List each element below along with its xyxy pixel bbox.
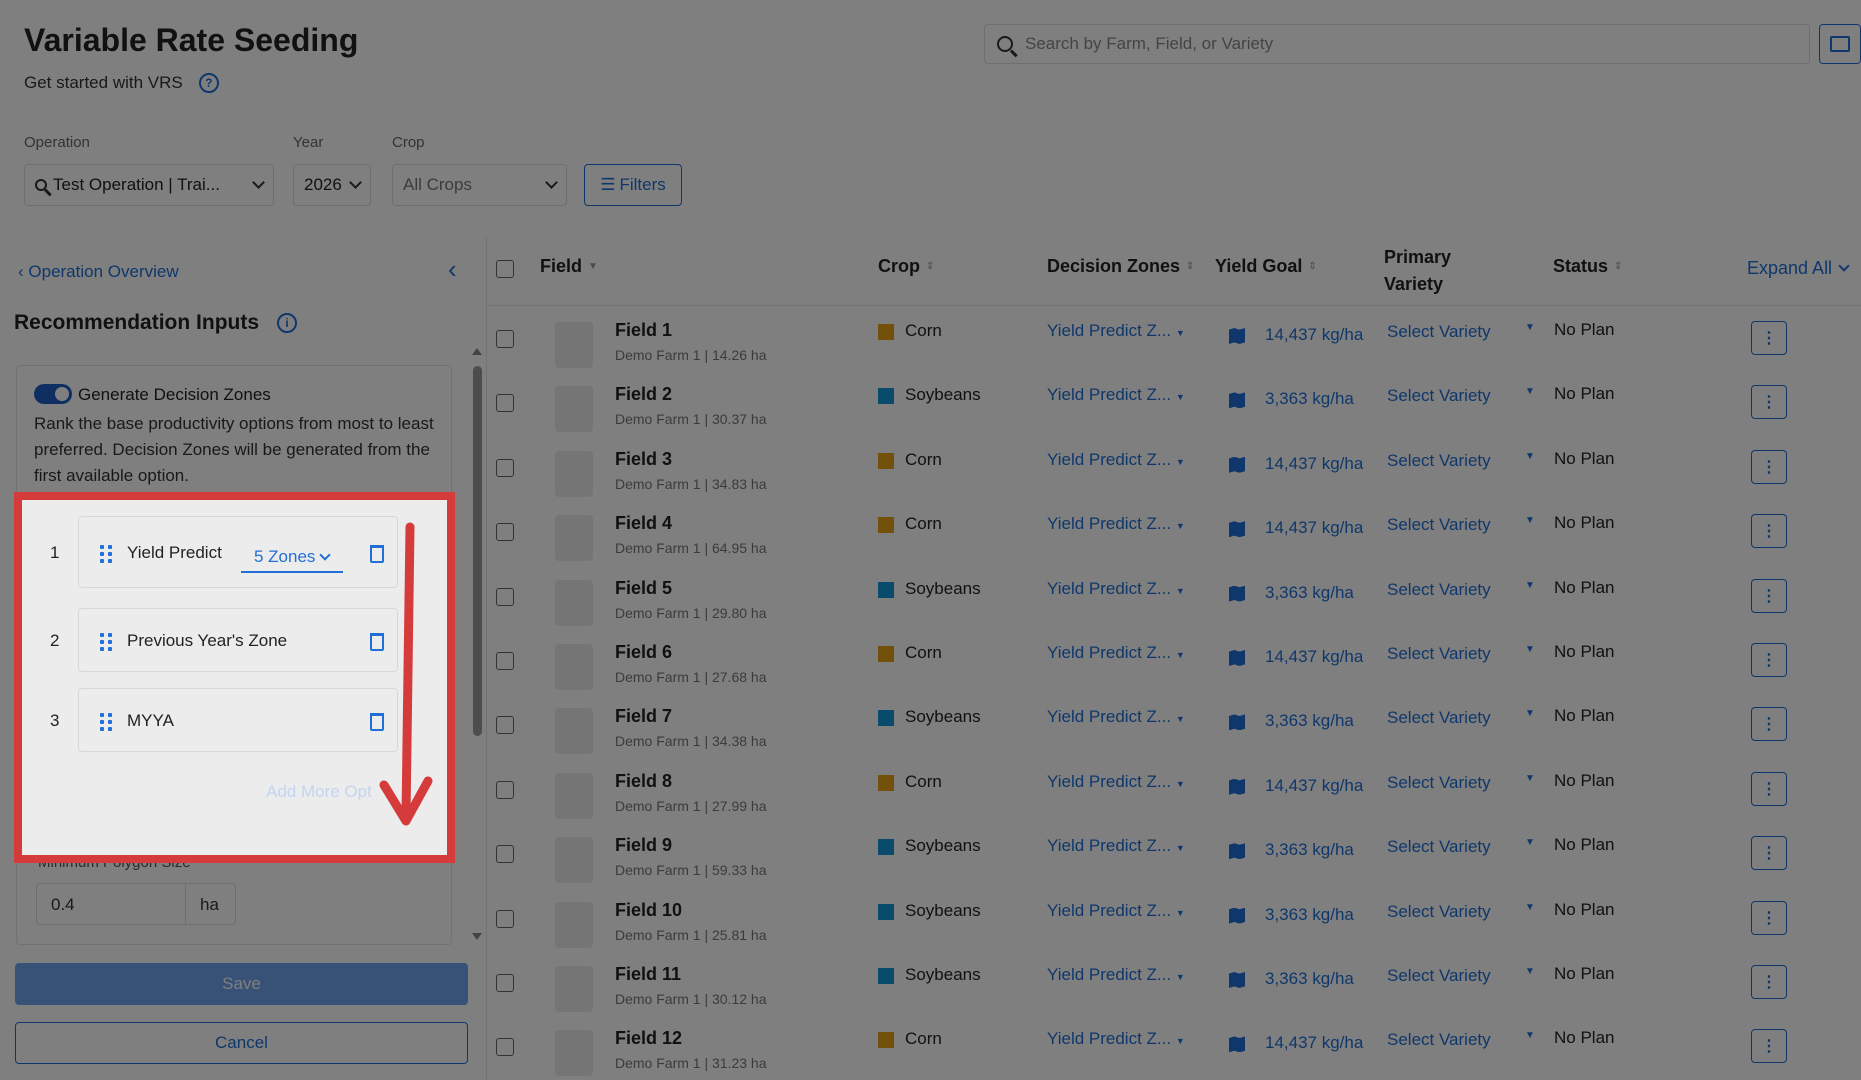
drag-handle-icon[interactable] — [100, 713, 112, 731]
zone-option-label: MYYA — [127, 711, 174, 730]
zone-rank: 1 — [50, 543, 60, 562]
chevron-down-icon — [319, 548, 332, 561]
zone-option-label: Previous Year's Zone — [127, 631, 288, 650]
add-more-options-link[interactable]: Add More Opt — [266, 782, 372, 802]
drag-handle-icon[interactable] — [100, 545, 112, 563]
zone-option-item[interactable] — [78, 516, 398, 588]
zone-rank: 3 — [50, 711, 60, 730]
zone-count-select[interactable]: 5 Zones — [241, 543, 343, 573]
drag-handle-icon[interactable] — [100, 633, 112, 651]
zone-count-value: 5 Zones — [254, 547, 316, 566]
down-arrow-annotation — [379, 522, 433, 826]
zone-option-label: Yield Predict — [127, 543, 222, 562]
zone-rank: 2 — [50, 631, 60, 650]
zone-option-item[interactable] — [78, 688, 398, 752]
